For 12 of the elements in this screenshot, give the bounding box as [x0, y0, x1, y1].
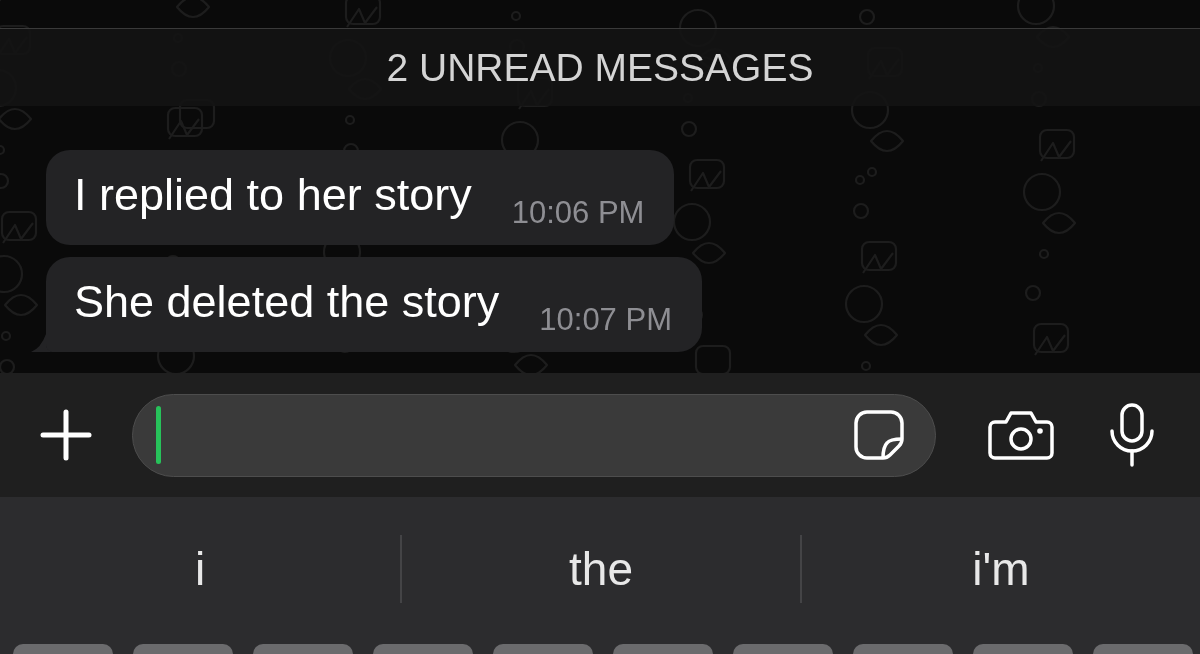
- message-text: I replied to her story: [74, 168, 472, 221]
- word-suggestion[interactable]: i: [184, 542, 216, 596]
- word-suggestion[interactable]: the: [559, 542, 643, 596]
- message-time: 10:07 PM: [539, 302, 672, 338]
- message-time: 10:06 PM: [511, 195, 645, 231]
- camera-icon[interactable]: [988, 410, 1054, 460]
- word-suggestion[interactable]: i'm: [962, 542, 1040, 596]
- unread-label: 2 UNREAD MESSAGES: [386, 45, 814, 90]
- microphone-icon[interactable]: [1108, 403, 1156, 467]
- sticker-icon[interactable]: [853, 409, 905, 461]
- message-text: She deleted the story: [74, 275, 500, 328]
- plus-icon[interactable]: [40, 409, 92, 461]
